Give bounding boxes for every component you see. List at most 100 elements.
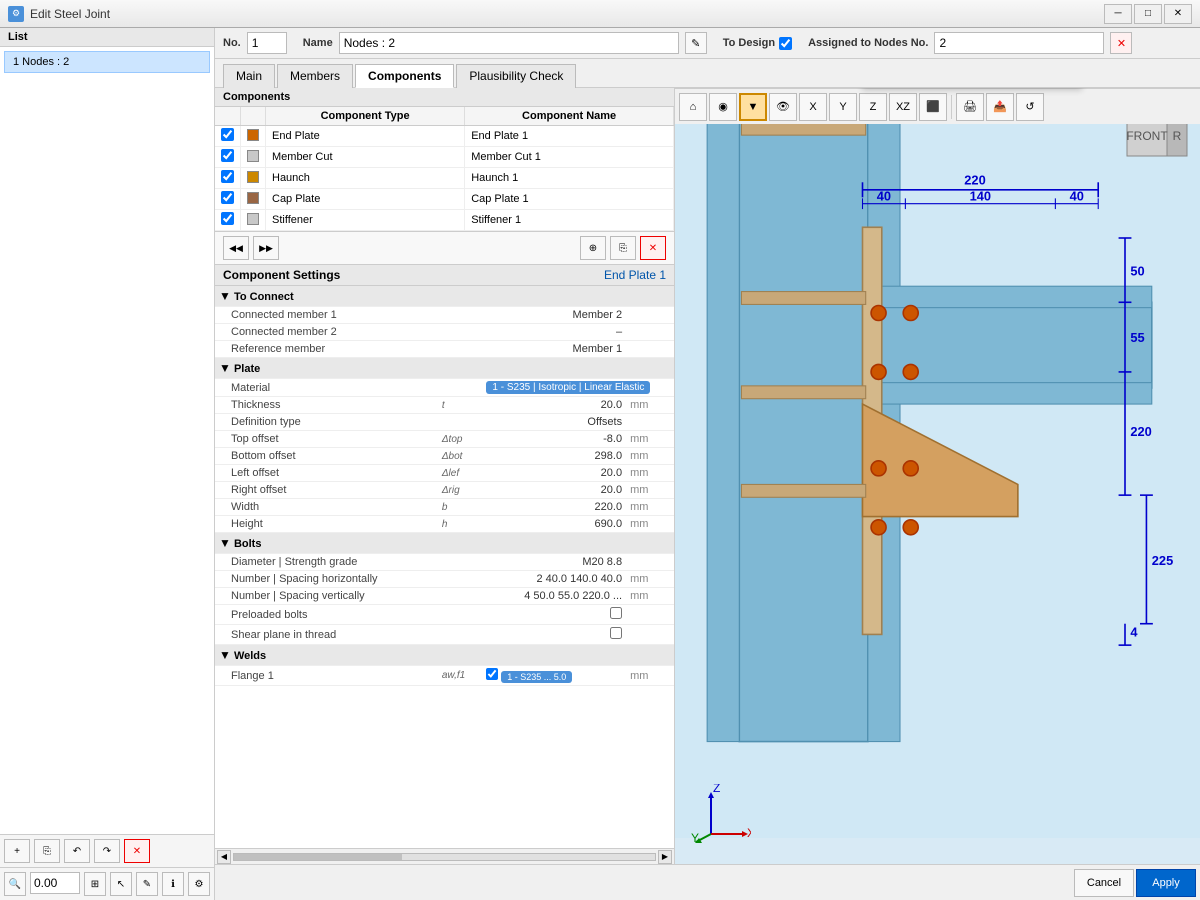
undo-button[interactable]: ↶ <box>64 839 90 863</box>
assigned-clear-button[interactable]: ✕ <box>1110 32 1132 54</box>
copy-button[interactable]: ⎘ <box>34 839 60 863</box>
vp-export-button[interactable]: 📤 <box>986 93 1014 121</box>
settings-group-header[interactable]: ▼ Bolts <box>215 533 674 554</box>
settings-row: Material 1 - S235 | Isotropic | Linear E… <box>215 379 674 397</box>
tab-components[interactable]: Components <box>355 64 454 88</box>
minimize-button[interactable]: ─ <box>1104 4 1132 24</box>
vp-home-button[interactable]: ⌂ <box>679 93 707 121</box>
settings-group-header[interactable]: ▼ To Connect <box>215 286 674 307</box>
settings-row: Flange 1 aw,f1 1 - S235 ... 5.0 mm <box>215 666 674 686</box>
component-row[interactable]: Stiffener Stiffener 1 <box>215 210 674 231</box>
title-bar: ⚙ Edit Steel Joint ─ □ ✕ <box>0 0 1200 28</box>
components-header: Components <box>215 88 674 107</box>
comp-checkbox[interactable] <box>221 212 234 225</box>
left-panel: List 1 Nodes : 2 + ⎘ ↶ ↷ ✕ 🔍 ⊞ ↖ ✎ ℹ ⚙ <box>0 28 215 900</box>
comp-delete[interactable]: ✕ <box>640 236 666 260</box>
vp-y-button[interactable]: Y <box>829 93 857 121</box>
app-icon: ⚙ <box>8 6 24 22</box>
no-input[interactable] <box>247 32 287 54</box>
settings-row: Left offset Δlef 20.0mm <box>215 465 674 482</box>
vp-xz-button[interactable]: XZ <box>889 93 917 121</box>
comp-copy[interactable]: ⎘ <box>610 236 636 260</box>
settings-row: Shear plane in thread <box>215 625 674 645</box>
component-row[interactable]: Haunch Haunch 1 <box>215 168 674 189</box>
right-panel: No. Name ✎ To Design Assigned to Nodes N… <box>215 28 1200 900</box>
top-header: No. Name ✎ To Design Assigned to Nodes N… <box>215 28 1200 59</box>
settings-row: Number | Spacing vertically 4 50.0 55.0 … <box>215 588 674 605</box>
settings-current: End Plate 1 <box>604 268 666 282</box>
vp-print-button[interactable]: 🖨 <box>956 93 984 121</box>
svg-text:140: 140 <box>970 189 991 204</box>
vp-reset-button[interactable]: ↺ <box>1016 93 1044 121</box>
vp-x-button[interactable]: X <box>799 93 827 121</box>
name-input[interactable] <box>339 32 679 54</box>
vp-render-button[interactable]: ⬛ <box>919 93 947 121</box>
h-scrollbar[interactable]: ◀ ▶ <box>215 848 674 864</box>
comp-toolbar: ◀◀ ▶▶ ⊕ ⎘ ✕ <box>215 231 674 264</box>
settings-button[interactable]: ⚙ <box>188 872 210 896</box>
edit-button[interactable]: ✎ <box>136 872 158 896</box>
comp-checkbox[interactable] <box>221 149 234 162</box>
svg-text:50: 50 <box>1130 264 1144 279</box>
grid-button[interactable]: ⊞ <box>84 872 106 896</box>
bottom-inputs: 🔍 ⊞ ↖ ✎ ℹ ⚙ <box>0 867 214 900</box>
select-button[interactable]: ↖ <box>110 872 132 896</box>
settings-group-header[interactable]: ▼ Welds <box>215 645 674 666</box>
vp-display-button[interactable]: 👁 <box>769 93 797 121</box>
window-title: Edit Steel Joint <box>30 7 110 21</box>
bottom-action-bar: Cancel Apply <box>215 864 1200 900</box>
scroll-left[interactable]: ◀ <box>217 850 231 864</box>
delete-left-button[interactable]: ✕ <box>124 839 150 863</box>
list-item[interactable]: 1 Nodes : 2 <box>4 51 210 73</box>
content-area: Components Component Type Component Name… <box>215 88 1200 864</box>
scroll-right[interactable]: ▶ <box>658 850 672 864</box>
redo-button[interactable]: ↷ <box>94 839 120 863</box>
name-field: Name ✎ <box>303 32 707 54</box>
component-row[interactable]: Cap Plate Cap Plate 1 <box>215 189 674 210</box>
settings-row: Connected member 1 Member 2 <box>215 307 674 324</box>
assigned-input[interactable] <box>934 32 1104 54</box>
svg-text:220: 220 <box>964 172 985 187</box>
settings-row: Preloaded bolts <box>215 605 674 625</box>
tab-main[interactable]: Main <box>223 64 275 88</box>
close-button[interactable]: ✕ <box>1164 4 1192 24</box>
name-edit-button[interactable]: ✎ <box>685 32 707 54</box>
comp-checkbox[interactable] <box>221 191 234 204</box>
tab-members[interactable]: Members <box>277 64 353 88</box>
vp-z-button[interactable]: Z <box>859 93 887 121</box>
maximize-button[interactable]: □ <box>1134 4 1162 24</box>
search-button[interactable]: 🔍 <box>4 872 26 896</box>
svg-text:220: 220 <box>1130 424 1151 439</box>
add-button[interactable]: + <box>4 839 30 863</box>
svg-text:Y: Y <box>691 831 699 844</box>
no-label: No. <box>223 37 241 49</box>
settings-row: Diameter | Strength grade M20 8.8 <box>215 554 674 571</box>
viewport: 220 40 140 40 <box>675 88 1200 864</box>
component-row[interactable]: Member Cut Member Cut 1 <box>215 147 674 168</box>
list-header: List <box>0 28 214 47</box>
col-type-header: Component Type <box>266 107 465 126</box>
settings-row: Definition type Offsets <box>215 414 674 431</box>
joint-3d-view: 220 40 140 40 <box>675 88 1200 838</box>
comp-move-up[interactable]: ◀◀ <box>223 236 249 260</box>
settings-row: Top offset Δtop -8.0mm <box>215 431 674 448</box>
to-design-label: To Design <box>723 37 775 49</box>
apply-button[interactable]: Apply <box>1136 869 1196 897</box>
vp-dropdown-button[interactable]: ▼ <box>739 93 767 121</box>
value-input[interactable] <box>30 872 80 894</box>
comp-checkbox[interactable] <box>221 128 234 141</box>
cancel-button[interactable]: Cancel <box>1074 869 1134 897</box>
svg-text:R: R <box>1173 129 1182 143</box>
to-design-checkbox[interactable] <box>779 37 792 50</box>
settings-scroll[interactable]: ▼ To Connect Connected member 1 Member 2… <box>215 286 674 848</box>
info-button[interactable]: ℹ <box>162 872 184 896</box>
svg-text:4: 4 <box>1130 625 1138 640</box>
comp-move-down[interactable]: ▶▶ <box>253 236 279 260</box>
settings-group-header[interactable]: ▼ Plate <box>215 358 674 379</box>
comp-add[interactable]: ⊕ <box>580 236 606 260</box>
vp-nav-button[interactable]: ◉ <box>709 93 737 121</box>
component-row[interactable]: End Plate End Plate 1 <box>215 126 674 147</box>
tab-plausibility[interactable]: Plausibility Check <box>456 64 576 88</box>
settings-row: Bottom offset Δbot 298.0mm <box>215 448 674 465</box>
comp-checkbox[interactable] <box>221 170 234 183</box>
